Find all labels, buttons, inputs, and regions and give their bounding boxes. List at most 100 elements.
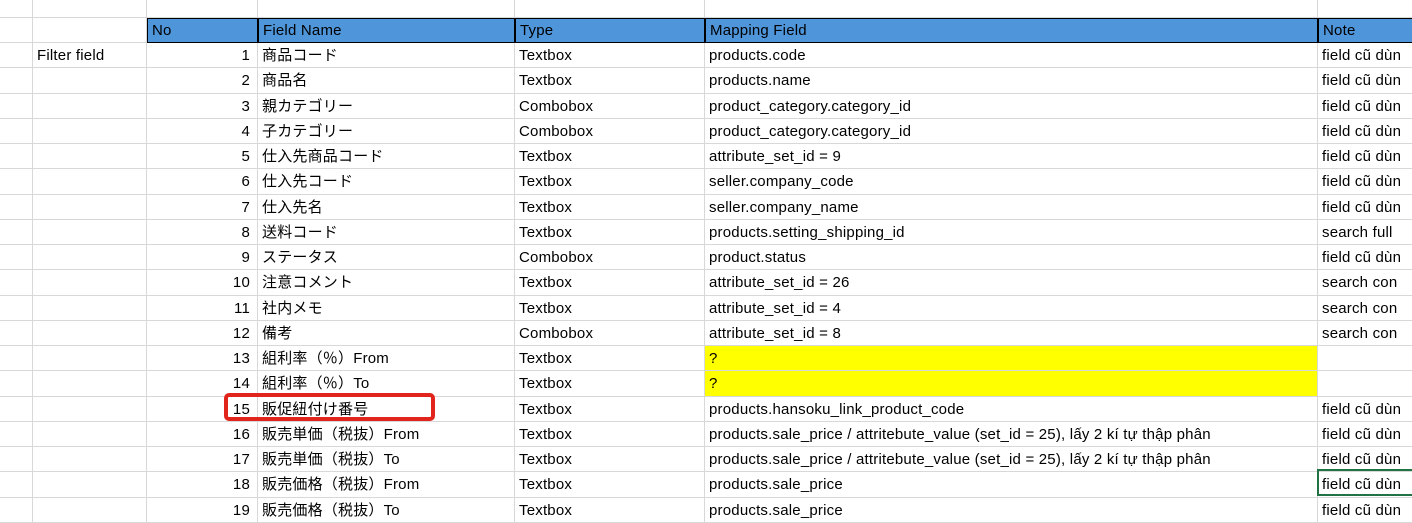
cell-no[interactable]: 3 — [147, 94, 258, 119]
cell-no[interactable]: 8 — [147, 220, 258, 245]
cell-type[interactable]: Textbox — [515, 422, 705, 447]
cell-spacer[interactable] — [0, 472, 33, 497]
cell-mapping-field[interactable]: products.name — [705, 68, 1318, 93]
cell-mapping-field[interactable]: product.status — [705, 245, 1318, 270]
header-field-name[interactable]: Field Name — [258, 18, 515, 43]
cell-note[interactable]: field cũ dùn — [1318, 195, 1412, 220]
cell-mapping-field[interactable]: products.sale_price — [705, 472, 1318, 497]
cell-type[interactable]: Textbox — [515, 371, 705, 396]
cell-spacer[interactable] — [0, 220, 33, 245]
cell-spacer[interactable] — [0, 195, 33, 220]
cell-spacer[interactable] — [0, 169, 33, 194]
cell-note[interactable]: search con — [1318, 270, 1412, 295]
cell-type[interactable]: Textbox — [515, 68, 705, 93]
cell-spacer[interactable] — [0, 94, 33, 119]
cell-filter-label[interactable] — [33, 220, 147, 245]
cell-empty[interactable] — [1318, 0, 1412, 18]
cell-mapping-field[interactable]: seller.company_name — [705, 195, 1318, 220]
cell-note[interactable]: field cũ dùn — [1318, 472, 1412, 497]
cell-spacer[interactable] — [0, 270, 33, 295]
cell-note[interactable]: search full — [1318, 220, 1412, 245]
cell-no[interactable]: 18 — [147, 472, 258, 497]
cell-note[interactable]: field cũ dùn — [1318, 68, 1412, 93]
cell-mapping-field[interactable]: products.sale_price / attritebute_value … — [705, 447, 1318, 472]
cell-field-name[interactable]: 組利率（％）From — [258, 346, 515, 371]
cell-spacer[interactable] — [0, 371, 33, 396]
cell-type[interactable]: Textbox — [515, 397, 705, 422]
cell-field-name[interactable]: 社内メモ — [258, 296, 515, 321]
cell-filter-label[interactable] — [33, 195, 147, 220]
cell-spacer[interactable] — [0, 144, 33, 169]
cell-mapping-field[interactable]: ? — [705, 346, 1318, 371]
cell-type[interactable]: Textbox — [515, 270, 705, 295]
cell-field-name[interactable]: 販売単価（税抜）From — [258, 422, 515, 447]
cell-filter-label[interactable] — [33, 422, 147, 447]
cell-no[interactable]: 14 — [147, 371, 258, 396]
cell-type[interactable]: Textbox — [515, 169, 705, 194]
cell-no[interactable]: 9 — [147, 245, 258, 270]
cell-mapping-field[interactable]: products.hansoku_link_product_code — [705, 397, 1318, 422]
cell-type[interactable]: Textbox — [515, 296, 705, 321]
cell-mapping-field[interactable]: attribute_set_id = 26 — [705, 270, 1318, 295]
cell-field-name[interactable]: 仕入先コード — [258, 169, 515, 194]
header-type[interactable]: Type — [515, 18, 705, 43]
cell-spacer[interactable] — [0, 422, 33, 447]
cell-no[interactable]: 19 — [147, 498, 258, 523]
cell-filter-label[interactable] — [33, 321, 147, 346]
cell-note[interactable] — [1318, 346, 1412, 371]
cell-field-name[interactable]: 親カテゴリー — [258, 94, 515, 119]
cell-field-name[interactable]: 販売価格（税抜）From — [258, 472, 515, 497]
cell-type[interactable]: Combobox — [515, 119, 705, 144]
cell-type[interactable]: Textbox — [515, 498, 705, 523]
cell-field-name[interactable]: 販売単価（税抜）To — [258, 447, 515, 472]
cell-field-name[interactable]: 注意コメント — [258, 270, 515, 295]
cell-mapping-field[interactable]: product_category.category_id — [705, 119, 1318, 144]
cell-filter-label[interactable] — [33, 472, 147, 497]
cell-empty[interactable] — [515, 0, 705, 18]
cell-spacer[interactable] — [0, 397, 33, 422]
cell-no[interactable]: 1 — [147, 43, 258, 68]
cell-filter-label[interactable] — [33, 498, 147, 523]
cell-type[interactable]: Textbox — [515, 472, 705, 497]
cell-type[interactable]: Textbox — [515, 346, 705, 371]
cell-note[interactable]: search con — [1318, 321, 1412, 346]
cell-mapping-field[interactable]: attribute_set_id = 9 — [705, 144, 1318, 169]
cell-note[interactable] — [1318, 371, 1412, 396]
cell-note[interactable]: field cũ dùn — [1318, 169, 1412, 194]
cell-mapping-field[interactable]: products.sale_price / attritebute_value … — [705, 422, 1318, 447]
cell-no[interactable]: 5 — [147, 144, 258, 169]
cell-note[interactable]: field cũ dùn — [1318, 144, 1412, 169]
cell-mapping-field[interactable]: products.code — [705, 43, 1318, 68]
cell-filter-label[interactable] — [33, 447, 147, 472]
cell-note[interactable]: field cũ dùn — [1318, 43, 1412, 68]
cell-mapping-field[interactable]: product_category.category_id — [705, 94, 1318, 119]
cell-spacer[interactable] — [0, 68, 33, 93]
cell-no[interactable]: 4 — [147, 119, 258, 144]
cell-no[interactable]: 17 — [147, 447, 258, 472]
cell-empty[interactable] — [33, 18, 147, 43]
cell-note[interactable]: field cũ dùn — [1318, 119, 1412, 144]
header-note[interactable]: Note — [1318, 18, 1412, 43]
cell-mapping-field[interactable]: attribute_set_id = 8 — [705, 321, 1318, 346]
cell-empty[interactable] — [0, 0, 33, 18]
cell-spacer[interactable] — [0, 447, 33, 472]
cell-field-name[interactable]: 商品コード — [258, 43, 515, 68]
cell-type[interactable]: Combobox — [515, 321, 705, 346]
cell-spacer[interactable] — [0, 245, 33, 270]
cell-spacer[interactable] — [0, 498, 33, 523]
cell-spacer[interactable] — [0, 346, 33, 371]
cell-type[interactable]: Textbox — [515, 43, 705, 68]
cell-field-name[interactable]: 販促紐付け番号 — [258, 397, 515, 422]
cell-empty[interactable] — [705, 0, 1318, 18]
cell-filter-label[interactable] — [33, 169, 147, 194]
cell-note[interactable]: field cũ dùn — [1318, 397, 1412, 422]
cell-type[interactable]: Textbox — [515, 144, 705, 169]
cell-no[interactable]: 12 — [147, 321, 258, 346]
cell-mapping-field[interactable]: ? — [705, 371, 1318, 396]
cell-note[interactable]: field cũ dùn — [1318, 94, 1412, 119]
cell-filter-label[interactable] — [33, 245, 147, 270]
cell-spacer[interactable] — [0, 321, 33, 346]
cell-type[interactable]: Textbox — [515, 195, 705, 220]
cell-empty[interactable] — [147, 0, 258, 18]
cell-field-name[interactable]: 子カテゴリー — [258, 119, 515, 144]
